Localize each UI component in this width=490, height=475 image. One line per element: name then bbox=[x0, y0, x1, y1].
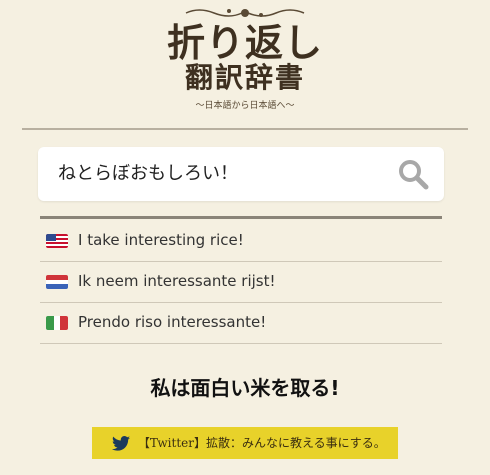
translation-result: 私は面白い米を取る! bbox=[150, 376, 340, 400]
result-item-italian: Prendo riso interessante! bbox=[40, 303, 442, 344]
nl-flag-icon bbox=[46, 275, 68, 289]
it-flag-icon bbox=[46, 316, 68, 330]
result-text: Prendo riso interessante! bbox=[78, 313, 267, 331]
logo-title: 折り返し bbox=[166, 20, 323, 65]
twitter-bird-icon bbox=[112, 436, 130, 451]
magnifier-icon[interactable] bbox=[396, 157, 430, 191]
results-divider bbox=[40, 216, 442, 219]
logo-title-2: 翻訳辞書 bbox=[184, 61, 305, 94]
result-item-dutch: Ik neem interessante rijst! bbox=[40, 262, 442, 303]
header-divider bbox=[22, 128, 468, 130]
result-text: Ik neem interessante rijst! bbox=[78, 272, 276, 290]
twitter-share-button[interactable]: 【Twitter】拡散：みんなに教える事にする。 bbox=[92, 427, 398, 459]
ornament-flourish bbox=[185, 9, 305, 17]
search-input[interactable]: ねとらぼおもしろい！ bbox=[58, 161, 238, 187]
share-label: 【Twitter】拡散：みんなに教える事にする。 bbox=[137, 436, 386, 450]
search-box[interactable]: ねとらぼおもしろい！ bbox=[38, 147, 444, 201]
logo-subtitle: 〜日本語から日本語へ〜 bbox=[195, 101, 295, 111]
result-item-english: I take interesting rice! bbox=[40, 221, 442, 262]
result-text: I take interesting rice! bbox=[78, 231, 244, 249]
us-flag-icon bbox=[46, 234, 68, 248]
